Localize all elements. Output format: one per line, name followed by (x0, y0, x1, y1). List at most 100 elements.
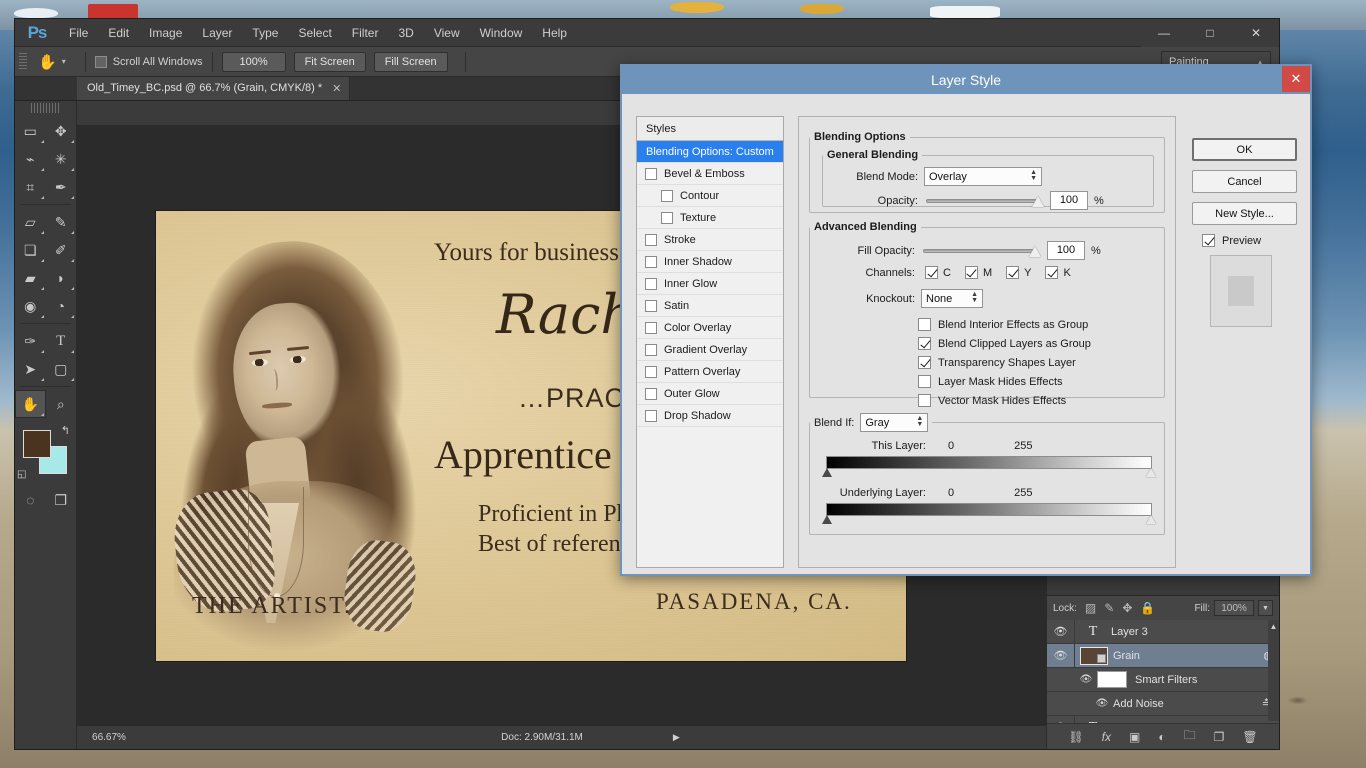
type-icon[interactable]: T (46, 327, 77, 355)
menu-layer[interactable]: Layer (192, 19, 242, 47)
eye-icon[interactable]: 👁 (1047, 620, 1075, 643)
style-checkbox[interactable] (645, 278, 657, 290)
menu-filter[interactable]: Filter (342, 19, 389, 47)
vector-mask-hides-effects-row[interactable]: Vector Mask Hides Effects (918, 391, 1091, 410)
menu-help[interactable]: Help (532, 19, 577, 47)
minimize-button[interactable]: — (1141, 19, 1187, 47)
style-checkbox[interactable] (645, 322, 657, 334)
layer-thumbnail[interactable] (1080, 647, 1108, 665)
new-layer-icon[interactable]: ❐ (1214, 730, 1225, 744)
blend-if-dropdown[interactable]: Gray ▲▼ (860, 413, 928, 432)
style-checkbox[interactable] (645, 388, 657, 400)
style-item-gradient-overlay[interactable]: Gradient Overlay (637, 339, 783, 361)
this-layer-max[interactable]: 255 (1014, 440, 1032, 452)
style-item-drop-shadow[interactable]: Drop Shadow (637, 405, 783, 427)
close-button[interactable]: ✕ (1233, 19, 1279, 47)
scroll-up-icon[interactable]: ▲ (1268, 620, 1279, 632)
style-item-stroke[interactable]: Stroke (637, 229, 783, 251)
blend-mode-select[interactable]: Overlay (924, 167, 1042, 186)
style-item-bevel-emboss[interactable]: Bevel & Emboss (637, 163, 783, 185)
table-row[interactable]: 👁 Grain ◍ (1047, 644, 1279, 668)
document-tab[interactable]: Old_Timey_BC.psd @ 66.7% (Grain, CMYK/8)… (77, 76, 350, 100)
this-layer-slider[interactable] (826, 456, 1152, 469)
options-bar-grip[interactable] (19, 53, 27, 71)
link-icon[interactable]: ⛓ (1068, 730, 1083, 744)
history-brush-icon[interactable]: ✐ (46, 236, 77, 264)
swap-colors-icon[interactable]: ↰ (61, 424, 70, 437)
ok-button[interactable]: OK (1192, 138, 1297, 161)
knockout-select[interactable]: None (921, 289, 983, 308)
fit-screen-button[interactable]: Fit Screen (294, 52, 366, 72)
tool-preset-chevron-down-icon[interactable]: ▾ (62, 57, 66, 66)
style-item-contour[interactable]: Contour (637, 185, 783, 207)
this-layer-min[interactable]: 0 (948, 440, 954, 452)
opacity-value[interactable]: 100 (1050, 191, 1088, 210)
menu-view[interactable]: View (424, 19, 470, 47)
clone-stamp-icon[interactable]: ❏ (15, 236, 46, 264)
cancel-button[interactable]: Cancel (1192, 170, 1297, 193)
document-info[interactable]: Doc: 2.90M/31.1M ▶ (135, 732, 1046, 743)
hand-tool-icon[interactable]: ✋ (33, 53, 62, 71)
fill-screen-button[interactable]: Fill Screen (374, 52, 448, 72)
styles-list[interactable]: Styles Blending Options: Custom Bevel & … (636, 116, 784, 568)
fx-icon[interactable]: fx (1102, 730, 1111, 744)
this-layer-black-stop[interactable] (822, 468, 832, 477)
layer-name[interactable]: Layer 3 (1111, 626, 1279, 638)
blend-mode-dropdown[interactable]: Overlay ▲▼ (924, 167, 1042, 186)
hand-tool-icon[interactable]: ✋ (15, 390, 46, 418)
channel-c-checkbox[interactable] (925, 266, 938, 279)
pen-icon[interactable]: ✑ (15, 327, 46, 355)
menu-image[interactable]: Image (139, 19, 192, 47)
blend-clipped-layers-row[interactable]: Blend Clipped Layers as Group (918, 334, 1091, 353)
underlying-layer-min[interactable]: 0 (948, 487, 954, 499)
tools-panel-grip[interactable] (31, 103, 60, 113)
menu-select[interactable]: Select (288, 19, 341, 47)
list-item[interactable]: 👁 Add Noise ≛ (1047, 692, 1279, 716)
style-item-blending-options[interactable]: Blending Options: Custom (637, 141, 783, 163)
zoom-100-button[interactable]: 100% (222, 52, 286, 72)
menu-3d[interactable]: 3D (388, 19, 423, 47)
list-item[interactable]: 👁 Smart Filters (1047, 668, 1279, 692)
this-layer-white-stop[interactable] (1146, 468, 1156, 477)
preview-row[interactable]: Preview (1202, 234, 1302, 247)
adjustment-icon[interactable]: ◐ (1158, 730, 1165, 744)
style-item-satin[interactable]: Satin (637, 295, 783, 317)
layer-mask-hides-effects-checkbox[interactable] (918, 375, 931, 388)
style-checkbox[interactable] (645, 366, 657, 378)
blend-if-select[interactable]: Gray (860, 413, 928, 432)
menu-edit[interactable]: Edit (98, 19, 139, 47)
move-icon[interactable]: ✥ (46, 117, 77, 145)
style-checkbox[interactable] (645, 300, 657, 312)
underlying-layer-white-stop[interactable] (1146, 515, 1156, 524)
eye-icon[interactable]: 👁 (1075, 674, 1097, 685)
blend-interior-effects-row[interactable]: Blend Interior Effects as Group (918, 315, 1091, 334)
style-item-inner-shadow[interactable]: Inner Shadow (637, 251, 783, 273)
channel-m-checkbox[interactable] (965, 266, 978, 279)
paint-bucket-icon[interactable]: ◗ (46, 264, 77, 292)
style-item-inner-glow[interactable]: Inner Glow (637, 273, 783, 295)
close-icon[interactable]: ✕ (1282, 66, 1310, 92)
rectangle-shape-icon[interactable]: ▢ (46, 355, 77, 383)
style-checkbox[interactable] (645, 344, 657, 356)
style-checkbox[interactable] (661, 212, 673, 224)
dodge-icon[interactable]: ◔ (46, 292, 77, 320)
style-item-color-overlay[interactable]: Color Overlay (637, 317, 783, 339)
preview-checkbox[interactable] (1202, 234, 1215, 247)
style-checkbox[interactable] (645, 168, 657, 180)
delete-icon[interactable]: 🗑 (1242, 730, 1257, 744)
transparency-lock-icon[interactable]: ▨ (1085, 601, 1096, 615)
filter-mask-thumbnail[interactable] (1097, 671, 1127, 688)
style-checkbox[interactable] (661, 190, 673, 202)
all-lock-icon[interactable]: 🔒 (1140, 601, 1155, 615)
brush-lock-icon[interactable]: ✎ (1104, 601, 1114, 615)
blend-interior-effects-checkbox[interactable] (918, 318, 931, 331)
path-selection-icon[interactable]: ➤ (15, 355, 46, 383)
underlying-layer-max[interactable]: 255 (1014, 487, 1032, 499)
eye-icon[interactable]: 👁 (1047, 644, 1075, 667)
blend-clipped-layers-checkbox[interactable] (918, 337, 931, 350)
opacity-slider[interactable] (926, 194, 1038, 208)
maximize-button[interactable]: □ (1187, 19, 1233, 47)
table-row[interactable]: 👁 T Layer 3 (1047, 620, 1279, 644)
position-lock-icon[interactable]: ✥ (1122, 601, 1132, 615)
fill-value[interactable]: 100% (1214, 600, 1254, 616)
